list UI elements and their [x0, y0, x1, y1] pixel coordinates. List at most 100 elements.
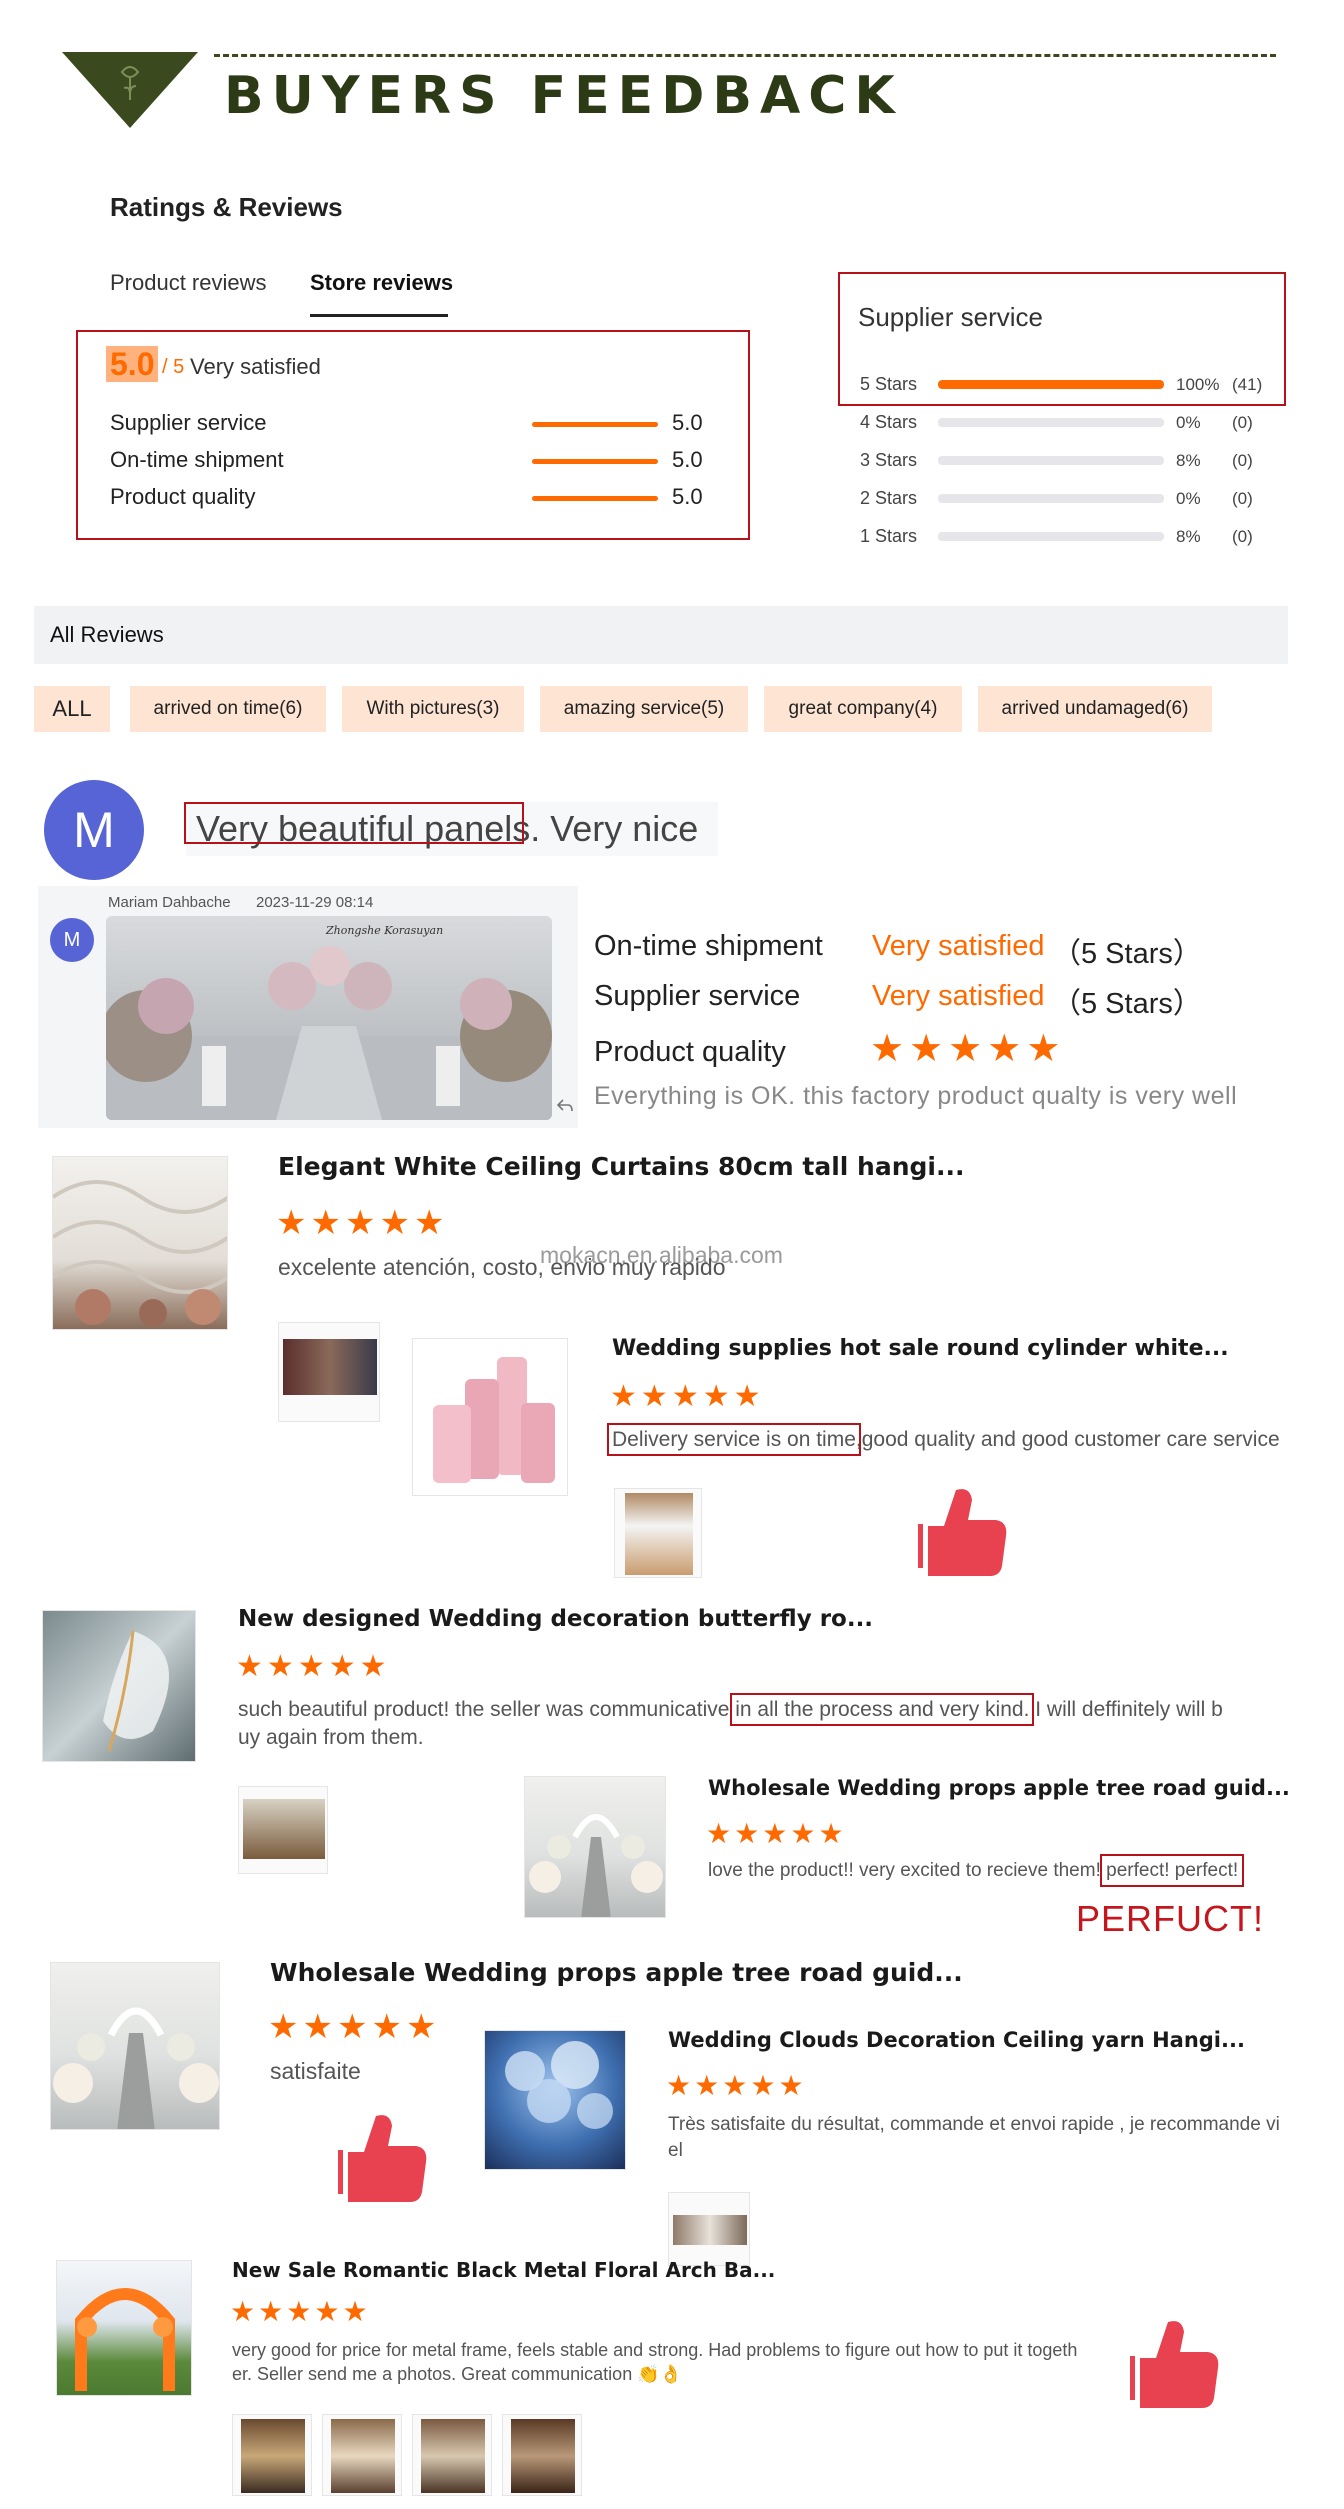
- tab-product-reviews[interactable]: Product reviews: [110, 270, 267, 296]
- floral-arch-illustration: [75, 2288, 175, 2391]
- supplier-row-pct: 8%: [1176, 527, 1201, 546]
- product-7-image[interactable]: [56, 2260, 192, 2396]
- product-1-review-photo[interactable]: [278, 1322, 380, 1422]
- review-rating-stars: ★ ★ ★ ★ ★: [870, 1030, 1065, 1068]
- filter-with-pictures[interactable]: With pictures(3): [342, 686, 524, 732]
- product-2-comment-rest: ,good quality and good customer care ser…: [855, 1428, 1280, 1451]
- metric-bar-fill: [532, 496, 658, 501]
- mini-avatar: M: [50, 918, 94, 962]
- metric-bar: [532, 422, 658, 427]
- product-6-image[interactable]: [484, 2030, 626, 2170]
- star-icon: ★: [987, 1028, 1022, 1070]
- product-4-stars: ★ ★ ★ ★ ★: [706, 1820, 847, 1848]
- star-icon: ★: [342, 2296, 368, 2327]
- product-7-review-photo-1[interactable]: [232, 2414, 312, 2496]
- supplier-row-bar: [938, 456, 1164, 465]
- product-7-review-photo-2[interactable]: [322, 2414, 402, 2496]
- product-7-review-photo-4[interactable]: [502, 2414, 582, 2496]
- star-icon: ★: [268, 2008, 299, 2046]
- product-3-stars: ★ ★ ★ ★ ★: [236, 1652, 391, 1682]
- supplier-row-count: (41): [1232, 375, 1263, 394]
- product-3-comment-a: such beautiful product! the seller was c…: [238, 1698, 736, 1721]
- star-icon: ★: [230, 2296, 256, 2327]
- product-3-comment-highlight: in all the process and very kind.: [730, 1693, 1035, 1726]
- metric-bar-fill: [532, 422, 658, 427]
- supplier-row-bar: [938, 494, 1164, 503]
- product-7-comment-line1: very good for price for metal frame, fee…: [232, 2340, 1078, 2360]
- review-rating-stars-text: （5 Stars）: [1052, 988, 1202, 1020]
- star-icon: ★: [371, 2008, 402, 2046]
- avatar-letter: M: [73, 802, 115, 858]
- star-icon: ★: [706, 1818, 732, 1849]
- product-4-comment-highlight: perfect! perfect!: [1100, 1854, 1245, 1887]
- star-icon: ★: [297, 1650, 325, 1683]
- filter-great-company[interactable]: great company(4): [764, 686, 962, 732]
- product-2-image[interactable]: [412, 1338, 568, 1496]
- metric-label: On-time shipment: [110, 447, 284, 472]
- headline-rest: . Very nice: [530, 808, 699, 849]
- star-icon: ★: [722, 2070, 748, 2101]
- product-2-title[interactable]: Wedding supplies hot sale round cylinder…: [612, 1336, 1229, 1361]
- review-rating-value: Very satisfied: [872, 930, 1045, 962]
- review-rating-label: Supplier service: [594, 980, 801, 1012]
- headline-highlight-box: [184, 802, 524, 844]
- review-photo[interactable]: Zhongshe Korasuyan: [106, 916, 552, 1120]
- product-7-comment-line2: er. Seller send me a photos. Great commu…: [232, 2364, 683, 2384]
- product-4-comment: love the product!! very excited to recie…: [708, 1854, 1245, 1887]
- product-6-stars: ★ ★ ★ ★ ★: [666, 2072, 807, 2100]
- product-7-review-photo-3[interactable]: [412, 2414, 492, 2496]
- product-6-review-photo[interactable]: [668, 2192, 750, 2266]
- star-icon: ★: [671, 1380, 699, 1413]
- metric-bar-fill: [532, 459, 658, 464]
- filter-amazing-service[interactable]: amazing service(5): [540, 686, 748, 732]
- product-3-title[interactable]: New designed Wedding decoration butterfl…: [238, 1606, 873, 1632]
- supplier-title: Supplier service: [858, 302, 1043, 332]
- product-3-review-photo[interactable]: [238, 1786, 328, 1874]
- review-rating-stars-text: （5 Stars）: [1052, 938, 1202, 970]
- star-icon: ★: [762, 1818, 788, 1849]
- star-icon: ★: [909, 1028, 944, 1070]
- supplier-row-label: 4 Stars: [860, 412, 918, 432]
- star-icon: ★: [818, 1818, 844, 1849]
- product-5-title[interactable]: Wholesale Wedding props apple tree road …: [270, 1958, 963, 1987]
- supplier-row-count: (0): [1232, 451, 1253, 470]
- product-4-image[interactable]: [524, 1776, 666, 1918]
- product-6-comment-line1: Très satisfaite du résultat, commande et…: [668, 2114, 1280, 2135]
- metric-bar: [532, 496, 658, 501]
- product-2-comment-highlight: Delivery service is on time: [607, 1423, 861, 1456]
- product-3-image[interactable]: [42, 1610, 196, 1762]
- star-icon: ★: [702, 1380, 730, 1413]
- supplier-row-label: 1 Stars: [860, 526, 918, 546]
- filter-arrived-undamaged[interactable]: arrived undamaged(6): [978, 686, 1212, 732]
- review-rating-label: On-time shipment: [594, 930, 823, 962]
- star-icon: ★: [236, 1650, 263, 1683]
- product-2-comment: Delivery service is on time,good quality…: [607, 1423, 1280, 1456]
- tab-store-reviews[interactable]: Store reviews: [310, 270, 453, 296]
- all-reviews-header: All Reviews: [34, 606, 1288, 664]
- metric-value: 5.0: [672, 484, 703, 509]
- star-icon: ★: [948, 1028, 983, 1070]
- butterfly-wing-illustration: [103, 1630, 169, 1752]
- supplier-row-count: (0): [1232, 527, 1253, 546]
- product-1-title[interactable]: Elegant White Ceiling Curtains 80cm tall…: [278, 1152, 964, 1181]
- reply-icon[interactable]: [556, 1098, 574, 1114]
- product-1-image[interactable]: [52, 1156, 228, 1330]
- star-icon: ★: [733, 1380, 761, 1413]
- supplier-row-pct: 8%: [1176, 451, 1201, 470]
- product-6-title[interactable]: Wedding Clouds Decoration Ceiling yarn H…: [668, 2028, 1245, 2052]
- score-value: 5.0: [110, 345, 155, 382]
- star-icon: ★: [379, 1204, 410, 1242]
- product-2-review-photo[interactable]: [614, 1488, 702, 1578]
- star-icon: ★: [359, 1650, 387, 1683]
- filter-arrived-on-time[interactable]: arrived on time(6): [130, 686, 326, 732]
- filter-all[interactable]: ALL: [34, 686, 110, 732]
- product-3-comment-b: I will deffinitely will b: [1029, 1698, 1223, 1721]
- metric-label: Supplier service: [110, 410, 267, 435]
- product-7-title[interactable]: New Sale Romantic Black Metal Floral Arc…: [232, 2258, 775, 2282]
- product-5-image[interactable]: [50, 1962, 220, 2130]
- star-icon: ★: [870, 1028, 905, 1070]
- product-4-title[interactable]: Wholesale Wedding props apple tree road …: [708, 1776, 1290, 1800]
- star-icon: ★: [610, 1380, 637, 1413]
- product-3-comment: such beautiful product! the seller was c…: [238, 1693, 1223, 1726]
- banner: BUYERS FEEDBACK: [0, 0, 1344, 140]
